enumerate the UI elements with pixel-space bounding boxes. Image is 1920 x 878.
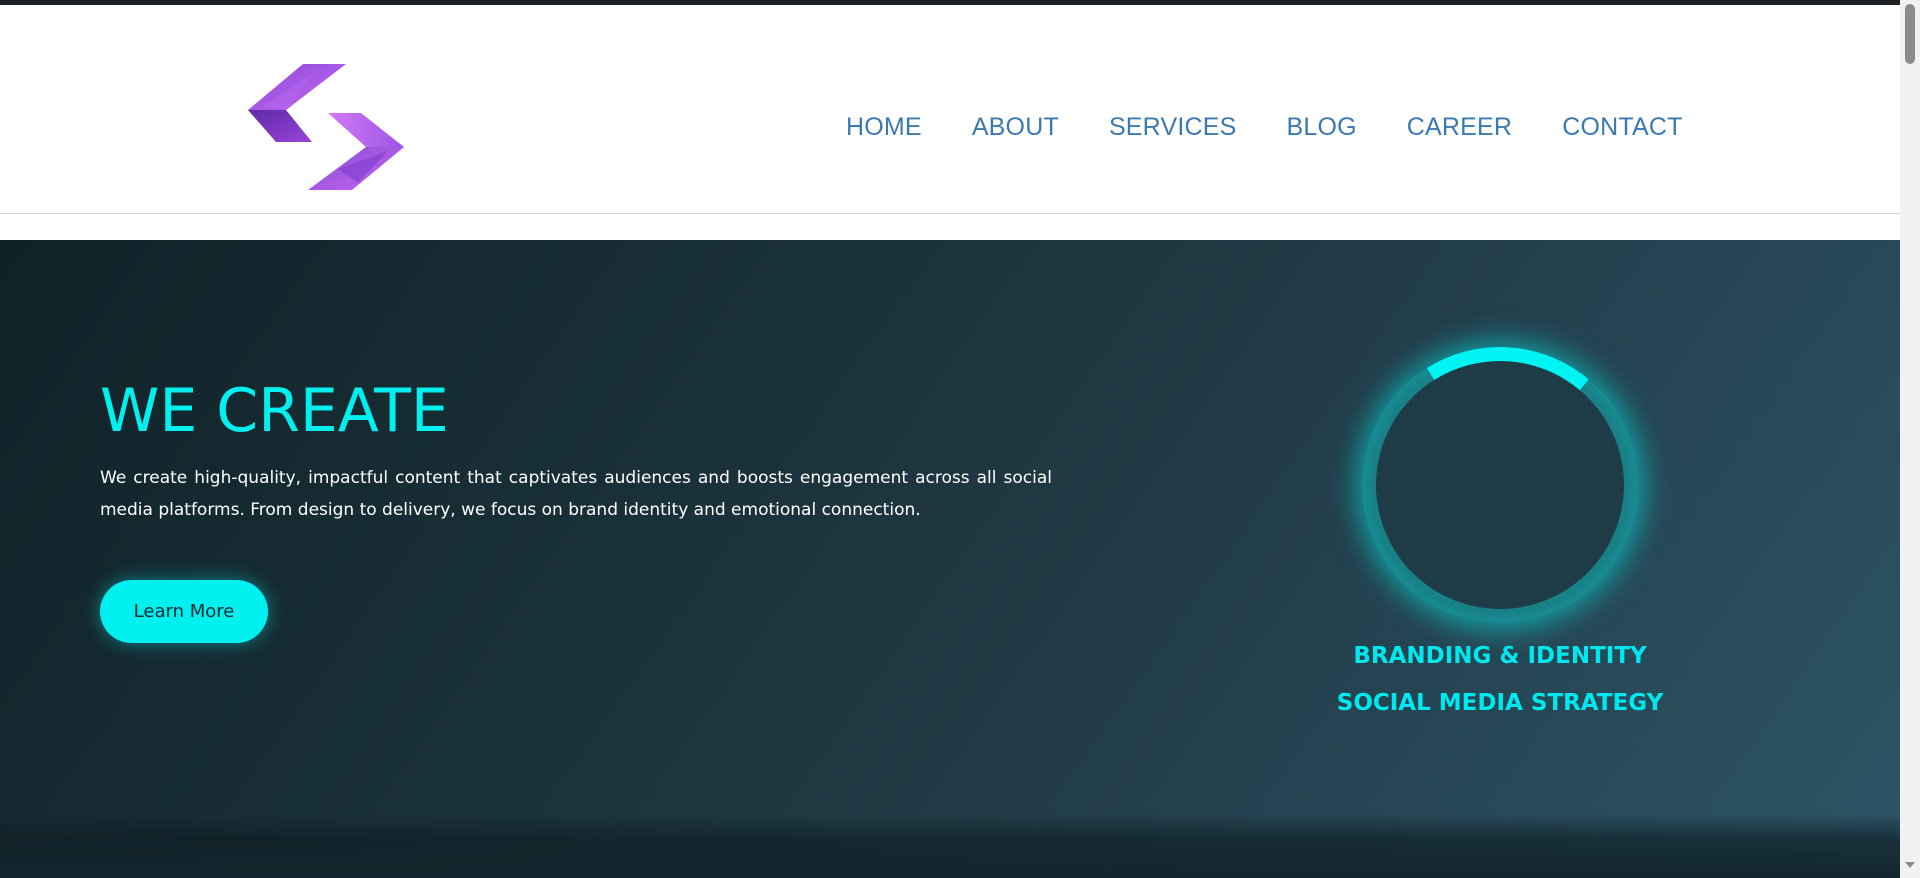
scrollbar-thumb[interactable]: [1905, 4, 1915, 64]
logo-icon[interactable]: [248, 59, 408, 193]
hero-section: WE CREATE We create high-quality, impact…: [0, 240, 1900, 878]
scroll-down-arrow-icon[interactable]: [1905, 862, 1915, 868]
ring-glow: [1362, 347, 1638, 623]
nav-contact-link[interactable]: CONTACT: [1562, 109, 1682, 145]
service-rotator: BRANDING & IDENTITY SOCIAL MEDIA STRATEG…: [1250, 645, 1750, 720]
nav-career-link[interactable]: CAREER: [1407, 109, 1512, 145]
hero-title: WE CREATE: [100, 376, 449, 446]
nav-services-link[interactable]: SERVICES: [1109, 109, 1237, 145]
hero-bottom-shade: [0, 814, 1900, 878]
page-scrollbar[interactable]: [1900, 0, 1920, 878]
main-nav: HOME ABOUT SERVICES BLOG CAREER CONTACT: [846, 109, 1683, 145]
site-header: HOME ABOUT SERVICES BLOG CAREER CONTACT: [0, 5, 1900, 214]
progress-ring: [1345, 330, 1655, 640]
service-previous: BRANDING & IDENTITY: [1353, 645, 1647, 669]
nav-home-link[interactable]: HOME: [846, 109, 922, 145]
learn-more-button[interactable]: Learn More: [100, 580, 268, 643]
nav-about-link[interactable]: ABOUT: [972, 109, 1059, 145]
service-current: SOCIAL MEDIA STRATEGY: [1336, 690, 1664, 716]
hero-description: We create high-quality, impactful conten…: [100, 468, 1052, 520]
nav-blog-link[interactable]: BLOG: [1287, 109, 1357, 145]
header-spacer: [0, 215, 1900, 240]
